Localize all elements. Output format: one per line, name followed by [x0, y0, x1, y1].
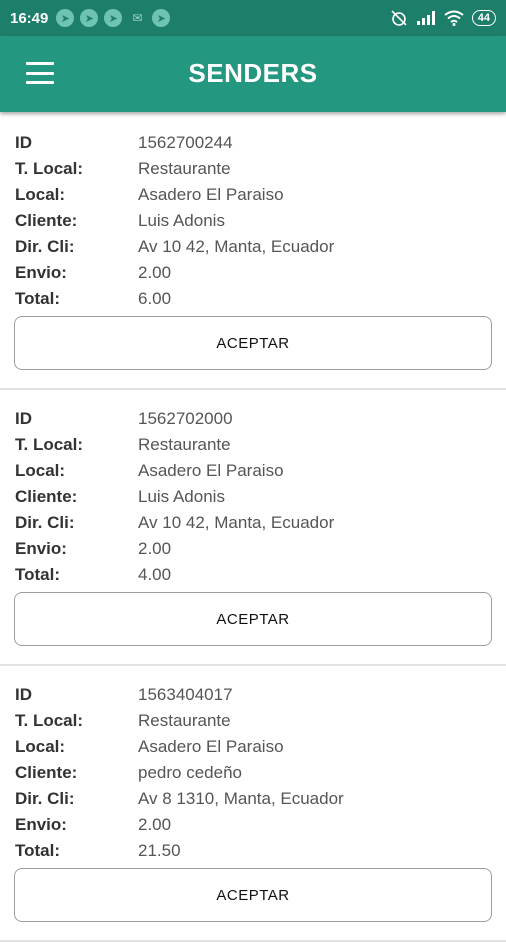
- client-address-row: Dir. Cli: Av 10 42, Manta, Ecuador: [15, 510, 334, 536]
- local-type-label: T. Local:: [15, 159, 84, 178]
- total-label: Total:: [15, 565, 61, 584]
- local-value: Asadero El Paraiso: [138, 737, 284, 756]
- orders-list: ID 1562700244 T. Local: Restaurante Loca…: [0, 114, 506, 942]
- local-type-label: T. Local:: [15, 711, 84, 730]
- id-label: ID: [15, 133, 32, 152]
- accept-button[interactable]: ACEPTAR: [14, 316, 492, 370]
- client-row: Cliente: Luis Adonis: [15, 484, 225, 510]
- shipping-label: Envio:: [15, 263, 67, 282]
- client-address-label: Dir. Cli:: [15, 513, 75, 532]
- total-label: Total:: [15, 841, 61, 860]
- total-row: Total: 21.50: [15, 838, 181, 864]
- local-row: Local: Asadero El Paraiso: [15, 182, 284, 208]
- local-type-row: T. Local: Restaurante: [15, 708, 231, 734]
- total-row: Total: 6.00: [15, 286, 171, 312]
- status-time: 16:49: [10, 9, 49, 27]
- client-row: Cliente: Luis Adonis: [15, 208, 225, 234]
- accept-button[interactable]: ACEPTAR: [14, 592, 492, 646]
- shipping-label: Envio:: [15, 539, 67, 558]
- id-label: ID: [15, 409, 32, 428]
- shipping-value: 2.00: [138, 263, 172, 282]
- page-title: SENDERS: [188, 58, 318, 88]
- client-value: Luis Adonis: [138, 211, 225, 230]
- client-address-row: Dir. Cli: Av 8 1310, Manta, Ecuador: [15, 786, 344, 812]
- local-type-row: T. Local: Restaurante: [15, 156, 231, 182]
- local-label: Local:: [15, 737, 66, 756]
- total-value: 21.50: [138, 841, 181, 860]
- id-label: ID: [15, 685, 32, 704]
- client-label: Cliente:: [15, 487, 78, 506]
- shipping-row: Envio: 2.00: [15, 812, 171, 838]
- client-value: pedro cedeño: [138, 763, 242, 782]
- total-value: 4.00: [138, 565, 172, 584]
- total-value: 6.00: [138, 289, 172, 308]
- app-notification-icon: ➤: [80, 9, 99, 27]
- order-card: ID 1563404017 T. Local: Restaurante Loca…: [0, 666, 506, 942]
- total-row: Total: 4.00: [15, 562, 171, 588]
- mail-icon: ✉: [132, 11, 143, 25]
- client-label: Cliente:: [15, 211, 78, 230]
- status-bar: 16:49 ➤ ➤ ➤ ✉ ➤ 44: [0, 0, 506, 36]
- order-id: 1562700244: [138, 133, 233, 152]
- order-id-row: ID 1562700244: [15, 130, 233, 156]
- accept-button[interactable]: ACEPTAR: [14, 868, 492, 922]
- client-address-value: Av 10 42, Manta, Ecuador: [138, 513, 335, 532]
- shipping-value: 2.00: [138, 815, 172, 834]
- client-address-label: Dir. Cli:: [15, 789, 75, 808]
- local-type-label: T. Local:: [15, 435, 84, 454]
- alarm-off-icon: [390, 9, 408, 27]
- wifi-icon: [444, 10, 464, 26]
- client-address-value: Av 8 1310, Manta, Ecuador: [138, 789, 344, 808]
- client-address-row: Dir. Cli: Av 10 42, Manta, Ecuador: [15, 234, 334, 260]
- shipping-label: Envio:: [15, 815, 67, 834]
- notification-icons: ➤ ➤ ➤ ✉ ➤: [56, 9, 171, 27]
- local-label: Local:: [15, 185, 66, 204]
- local-type-value: Restaurante: [138, 711, 231, 730]
- client-address-label: Dir. Cli:: [15, 237, 75, 256]
- order-card: ID 1562702000 T. Local: Restaurante Loca…: [0, 390, 506, 666]
- client-address-value: Av 10 42, Manta, Ecuador: [138, 237, 335, 256]
- system-icons: 44: [390, 9, 496, 27]
- signal-icon: [416, 10, 436, 26]
- order-id: 1562702000: [138, 409, 233, 428]
- app-notification-icon: ➤: [104, 9, 123, 27]
- order-id-row: ID 1562702000: [15, 406, 233, 432]
- local-row: Local: Asadero El Paraiso: [15, 734, 284, 760]
- battery-icon: 44: [471, 10, 496, 26]
- client-value: Luis Adonis: [138, 487, 225, 506]
- local-row: Local: Asadero El Paraiso: [15, 458, 284, 484]
- app-bar: SENDERS: [0, 36, 506, 112]
- shipping-row: Envio: 2.00: [15, 536, 171, 562]
- client-label: Cliente:: [15, 763, 78, 782]
- local-value: Asadero El Paraiso: [138, 461, 284, 480]
- app-notification-icon: ➤: [152, 9, 171, 27]
- local-type-value: Restaurante: [138, 159, 231, 178]
- order-id-row: ID 1563404017: [15, 682, 233, 708]
- local-label: Local:: [15, 461, 66, 480]
- order-id: 1563404017: [138, 685, 233, 704]
- order-card: ID 1562700244 T. Local: Restaurante Loca…: [0, 114, 506, 390]
- total-label: Total:: [15, 289, 61, 308]
- client-row: Cliente: pedro cedeño: [15, 760, 242, 786]
- shipping-value: 2.00: [138, 539, 172, 558]
- local-type-row: T. Local: Restaurante: [15, 432, 231, 458]
- local-value: Asadero El Paraiso: [138, 185, 284, 204]
- local-type-value: Restaurante: [138, 435, 231, 454]
- app-notification-icon: ➤: [56, 9, 75, 27]
- shipping-row: Envio: 2.00: [15, 260, 171, 286]
